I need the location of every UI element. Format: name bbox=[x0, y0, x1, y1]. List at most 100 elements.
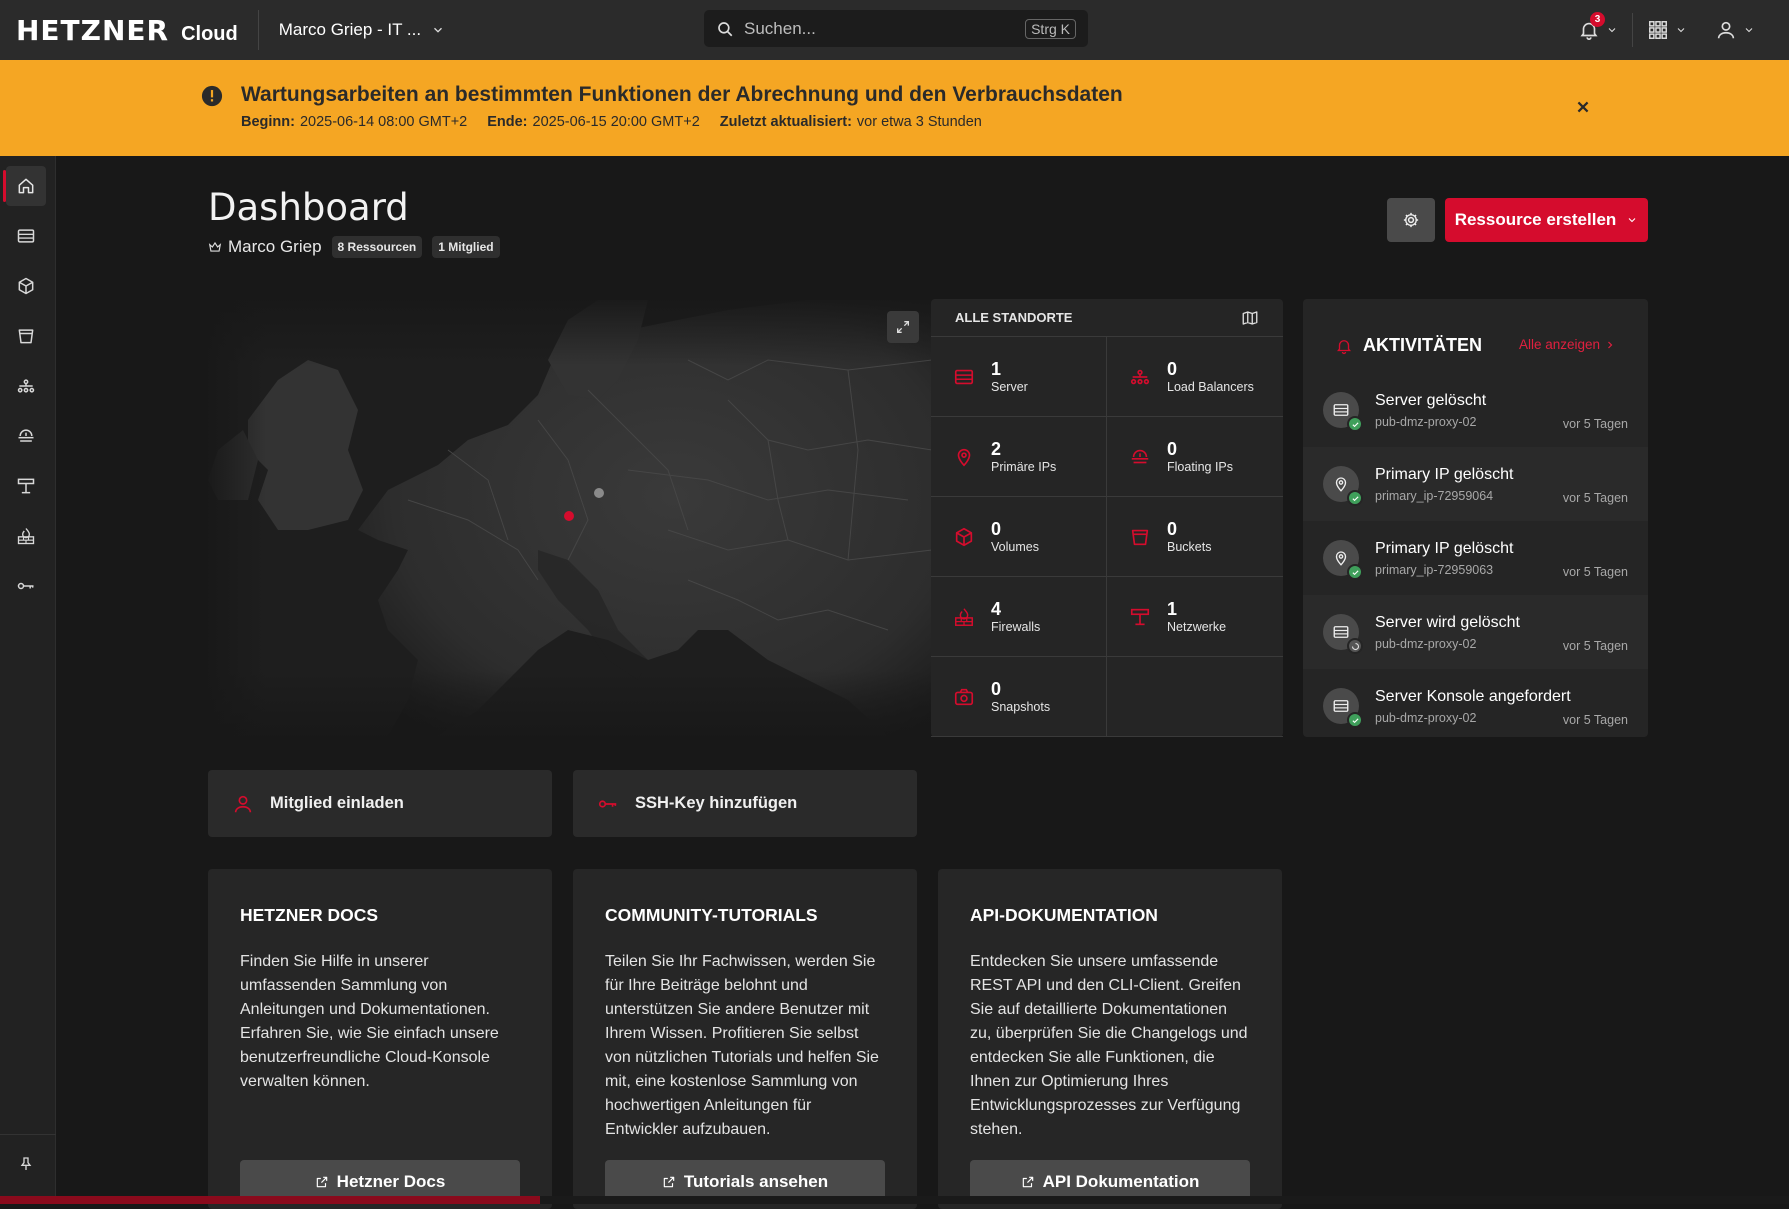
sidebar-divider bbox=[0, 1134, 56, 1135]
check-icon bbox=[1351, 494, 1360, 503]
activities-header: AKTIVITÄTEN bbox=[1335, 335, 1482, 356]
primary-ip-icon bbox=[953, 446, 975, 468]
map-expand-button[interactable] bbox=[887, 311, 919, 343]
stat-networks[interactable]: 1 Netzwerke bbox=[1107, 577, 1283, 657]
server-icon bbox=[1332, 623, 1350, 641]
activity-title: Primary IP gelöscht bbox=[1375, 465, 1514, 483]
create-resource-label: Ressource erstellen bbox=[1454, 210, 1617, 229]
activities-panel: AKTIVITÄTEN Alle anzeigen Server gelösch… bbox=[1303, 299, 1648, 737]
stat-firewalls[interactable]: 4 Firewalls bbox=[931, 577, 1107, 657]
stat-floating-ips[interactable]: 0 Floating IPs bbox=[1107, 417, 1283, 497]
location-marker[interactable] bbox=[594, 488, 604, 498]
add-ssh-key-button[interactable]: SSH-Key hinzufügen bbox=[573, 770, 917, 837]
europe-map bbox=[208, 300, 932, 736]
sidebar-pin-button[interactable] bbox=[6, 1144, 46, 1184]
stat-label: Load Balancers bbox=[1167, 379, 1254, 394]
pin-icon bbox=[20, 1157, 32, 1170]
home-icon bbox=[16, 176, 36, 196]
stats-grid: 1 Server 0 Load Balancers 2 Primäre IPs 0 Fl… bbox=[931, 337, 1283, 737]
sidebar bbox=[0, 156, 56, 1204]
stat-empty-cell bbox=[1107, 657, 1283, 737]
load-balancer-icon bbox=[1129, 366, 1151, 388]
hetzner-logo[interactable]: HETZNER Cloud bbox=[16, 14, 238, 47]
user-icon bbox=[1715, 19, 1737, 41]
sidebar-item-ssh-keys[interactable] bbox=[6, 566, 46, 606]
banner-start-label: Beginn: bbox=[241, 114, 295, 130]
settings-button[interactable] bbox=[1387, 198, 1435, 242]
stat-volumes[interactable]: 0 Volumes bbox=[931, 497, 1107, 577]
topbar-actions: 3 bbox=[1564, 0, 1769, 60]
stat-label: Firewalls bbox=[991, 619, 1041, 634]
stat-servers[interactable]: 1 Server bbox=[931, 337, 1107, 417]
banner-start: Beginn: 2025-06-14 08:00 GMT+2 bbox=[241, 114, 467, 130]
account-menu-button[interactable] bbox=[1701, 0, 1769, 60]
stat-label: Volumes bbox=[991, 539, 1039, 554]
search-input[interactable] bbox=[744, 18, 1016, 39]
location-marker-active[interactable] bbox=[564, 511, 574, 521]
invite-member-button[interactable]: Mitglied einladen bbox=[208, 770, 552, 837]
server-icon bbox=[1332, 401, 1350, 419]
stat-count: 0 bbox=[991, 678, 1002, 699]
external-link-icon bbox=[662, 1175, 676, 1189]
sidebar-item-buckets[interactable] bbox=[6, 316, 46, 356]
banner-start-value: 2025-06-14 08:00 GMT+2 bbox=[299, 114, 468, 130]
close-icon[interactable] bbox=[1572, 96, 1594, 118]
apps-menu-button[interactable] bbox=[1633, 0, 1701, 60]
activity-item[interactable]: Primary IP gelöscht primary_ip-72959064 … bbox=[1303, 447, 1648, 521]
api-docs-card: API-DOKUMENTATION Entdecken Sie unsere u… bbox=[938, 869, 1282, 1209]
tutorials-card: COMMUNITY-TUTORIALS Teilen Sie Ihr Fachw… bbox=[573, 869, 917, 1209]
stat-label: Server bbox=[991, 379, 1028, 394]
snapshot-icon bbox=[953, 686, 975, 708]
map-icon[interactable] bbox=[1241, 309, 1259, 327]
stat-label: Primäre IPs bbox=[991, 459, 1057, 474]
search-shortcut: Strg K bbox=[1025, 18, 1076, 39]
status-success-badge bbox=[1347, 490, 1363, 506]
resource-stats-panel: ALLE STANDORTE 1 Server 0 Load Balancers 2… bbox=[931, 299, 1283, 737]
stat-count: 0 bbox=[1167, 438, 1178, 459]
activity-avatar bbox=[1323, 688, 1363, 728]
firewall-icon bbox=[953, 606, 975, 628]
activity-title: Server Konsole angefordert bbox=[1375, 687, 1571, 705]
stat-label: Buckets bbox=[1167, 539, 1212, 554]
page-title: Dashboard bbox=[208, 186, 409, 229]
sidebar-item-floating-ips[interactable] bbox=[6, 416, 46, 456]
bucket-icon bbox=[1129, 526, 1151, 548]
firewall-icon bbox=[16, 526, 36, 546]
network-icon bbox=[1129, 606, 1151, 628]
primary-ip-icon bbox=[1332, 475, 1350, 493]
stat-snapshots[interactable]: 0 Snapshots bbox=[931, 657, 1107, 737]
activity-item[interactable]: Server Konsole angefordert pub-dmz-proxy… bbox=[1303, 669, 1648, 743]
search-box[interactable]: Strg K bbox=[704, 10, 1088, 47]
invite-member-label: Mitglied einladen bbox=[270, 794, 404, 812]
stat-label: Floating IPs bbox=[1167, 459, 1234, 474]
sidebar-item-load-balancers[interactable] bbox=[6, 366, 46, 406]
activity-item[interactable]: Server gelöscht pub-dmz-proxy-02 vor 5 T… bbox=[1303, 373, 1648, 447]
stat-count: 0 bbox=[1167, 358, 1178, 379]
card-button-label: Tutorials ansehen bbox=[683, 1172, 829, 1191]
card-text: Finden Sie Hilfe in unserer umfassenden … bbox=[240, 953, 499, 1090]
activity-avatar bbox=[1323, 614, 1363, 654]
stat-buckets[interactable]: 0 Buckets bbox=[1107, 497, 1283, 577]
stat-primary-ips[interactable]: 2 Primäre IPs bbox=[931, 417, 1107, 497]
sidebar-item-networks[interactable] bbox=[6, 466, 46, 506]
create-resource-button[interactable]: Ressource erstellen bbox=[1445, 198, 1648, 242]
activity-item[interactable]: Server wird gelöscht pub-dmz-proxy-02 vo… bbox=[1303, 595, 1648, 669]
banner-updated-value: vor etwa 3 Stunden bbox=[856, 114, 982, 130]
show-all-activities-link[interactable]: Alle anzeigen bbox=[1519, 337, 1616, 352]
project-selector[interactable]: Marco Griep - IT ... bbox=[279, 20, 445, 40]
floating-ip-icon bbox=[16, 426, 36, 446]
location-map[interactable] bbox=[208, 300, 932, 736]
sidebar-item-dashboard[interactable] bbox=[3, 166, 46, 206]
card-button-label: API Dokumentation bbox=[1042, 1172, 1200, 1191]
stat-load-balancers[interactable]: 0 Load Balancers bbox=[1107, 337, 1283, 417]
activity-title: Primary IP gelöscht bbox=[1375, 539, 1514, 557]
card-button-label: Hetzner Docs bbox=[336, 1172, 446, 1191]
stat-count: 1 bbox=[1167, 598, 1178, 619]
sidebar-item-servers[interactable] bbox=[6, 216, 46, 256]
notification-badge: 3 bbox=[1590, 12, 1605, 27]
sidebar-item-volumes[interactable] bbox=[6, 266, 46, 306]
activity-item[interactable]: Primary IP gelöscht primary_ip-72959063 … bbox=[1303, 521, 1648, 595]
notifications-button[interactable]: 3 bbox=[1564, 0, 1632, 60]
sidebar-item-firewalls[interactable] bbox=[6, 516, 46, 556]
primary-ip-icon bbox=[1332, 549, 1350, 567]
